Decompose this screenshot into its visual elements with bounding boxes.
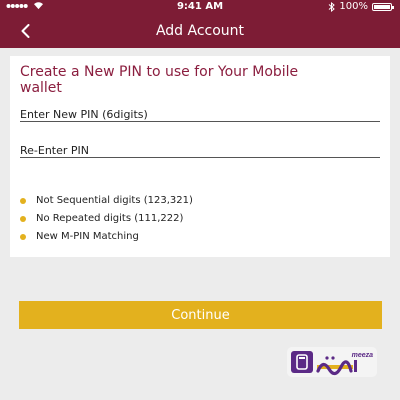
new-pin-field <box>20 103 380 124</box>
reenter-pin-field <box>20 139 380 160</box>
svg-text:meeza: meeza <box>352 352 374 359</box>
chevron-left-icon <box>21 24 29 38</box>
form-heading: Create a New PIN to use for Your Mobile … <box>20 64 299 96</box>
back-button[interactable] <box>12 14 38 48</box>
page-title: Add Account <box>155 23 245 39</box>
battery-fill <box>374 4 390 9</box>
rule-label: No Repeated digits (111,222) <box>36 213 184 224</box>
reenter-pin-input[interactable] <box>20 141 380 160</box>
new-pin-input[interactable] <box>20 105 380 124</box>
bluetooth-icon <box>329 1 336 12</box>
meeza-logo: meeza <box>287 347 377 377</box>
bullet-dot-icon <box>20 216 26 222</box>
bullet-dot-icon <box>20 198 26 204</box>
nav-bar: Add Account <box>0 14 400 48</box>
battery-icon <box>372 2 394 11</box>
pin-rules-list: Not Sequential digits (123,321) No Repea… <box>20 192 193 246</box>
continue-button[interactable]: Continue <box>19 301 382 329</box>
rule-item: Not Sequential digits (123,321) <box>20 192 193 210</box>
card-icon <box>291 351 313 373</box>
rule-item: No Repeated digits (111,222) <box>20 210 193 228</box>
status-bar: 9:41 AM 100% <box>0 0 400 14</box>
pin-form-card: Create a New PIN to use for Your Mobile … <box>10 56 390 257</box>
bullet-dot-icon <box>20 234 26 240</box>
rule-label: Not Sequential digits (123,321) <box>36 195 193 206</box>
rule-item: New M-PIN Matching <box>20 228 193 246</box>
battery-percent: 100% <box>339 1 368 12</box>
status-right: 100% <box>328 1 394 12</box>
rule-label: New M-PIN Matching <box>36 231 139 242</box>
